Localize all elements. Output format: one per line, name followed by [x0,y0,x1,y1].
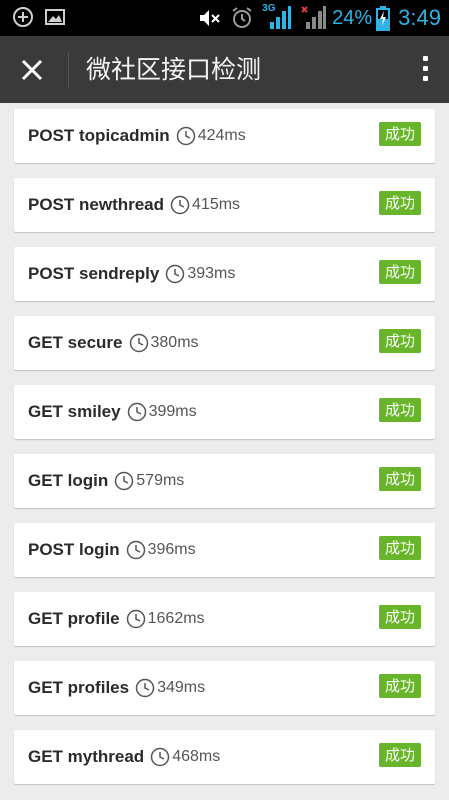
api-name: GET login [28,471,109,490]
clock-icon [135,678,155,698]
list-item[interactable]: GET smiley 399ms 成功 [14,385,435,439]
signal-3g-icon: 3G [262,3,292,31]
list-item[interactable]: POST login 396ms 成功 [14,523,435,577]
app-bar: 微社区接口检测 [0,36,449,103]
api-latency: 468ms [172,748,221,765]
alarm-icon [232,7,252,28]
status-badge: 成功 [378,122,421,146]
status-badge: 成功 [378,329,421,353]
api-check-list: POST topicadmin 424ms 成功 POST newthread … [0,103,449,800]
status-badge: 成功 [378,467,421,491]
list-item[interactable]: POST newthread 415ms 成功 [14,178,435,232]
close-icon[interactable] [12,50,52,90]
api-latency: 399ms [148,403,197,420]
list-item[interactable]: GET profile 1662ms 成功 [14,592,435,646]
status-time: 3:49 [398,5,441,30]
appbar-divider [68,52,69,88]
clock-icon [126,609,145,629]
status-badge: 成功 [378,398,421,422]
api-name: GET mythread [28,747,145,766]
battery-charging-icon [376,6,391,31]
list-item[interactable]: GET secure 380ms 成功 [14,316,435,370]
no-signal-icon [301,6,327,29]
api-name: GET profiles [28,678,130,697]
clock-icon [129,333,148,353]
status-bar: 3G 24% 3:49 [0,0,449,36]
clock-icon [170,195,190,215]
status-badge: 成功 [378,191,421,215]
api-name: POST newthread [28,195,165,214]
api-latency: 424ms [197,127,246,144]
api-name: GET profile [28,609,120,628]
battery-percent: 24% [332,6,373,29]
add-circle-icon [13,7,33,27]
api-latency: 579ms [136,472,185,489]
clock-icon [126,540,145,560]
api-latency: 415ms [192,196,241,213]
api-name: GET secure [28,333,123,352]
clock-icon [127,402,146,422]
page-title: 微社区接口检测 [86,55,262,84]
api-latency: 393ms [187,265,236,282]
api-name: POST sendreply [28,264,160,283]
list-item[interactable]: GET login 579ms 成功 [14,454,435,508]
api-latency: 349ms [157,679,206,696]
status-badge: 成功 [378,536,421,560]
status-badge: 成功 [378,674,421,698]
clock-icon [176,126,195,146]
clock-icon [115,471,134,491]
list-item[interactable]: POST topicadmin 424ms 成功 [14,109,435,163]
status-badge: 成功 [378,743,421,767]
api-name: POST login [28,540,120,559]
api-name: POST topicadmin [28,126,170,145]
list-item[interactable]: GET mythread 468ms 成功 [14,730,435,784]
image-icon [45,9,65,25]
list-item[interactable]: GET profiles 349ms 成功 [14,661,435,715]
status-badge: 成功 [378,605,421,629]
status-badge: 成功 [378,260,421,284]
api-latency: 380ms [150,334,199,351]
api-latency: 396ms [147,541,196,558]
api-name: GET smiley [28,402,121,421]
more-options-icon[interactable] [413,52,437,88]
list-item[interactable]: POST sendreply 393ms 成功 [14,247,435,301]
clock-icon [150,747,170,767]
api-latency: 1662ms [147,610,205,627]
clock-icon [166,264,185,284]
mute-icon [200,10,220,26]
